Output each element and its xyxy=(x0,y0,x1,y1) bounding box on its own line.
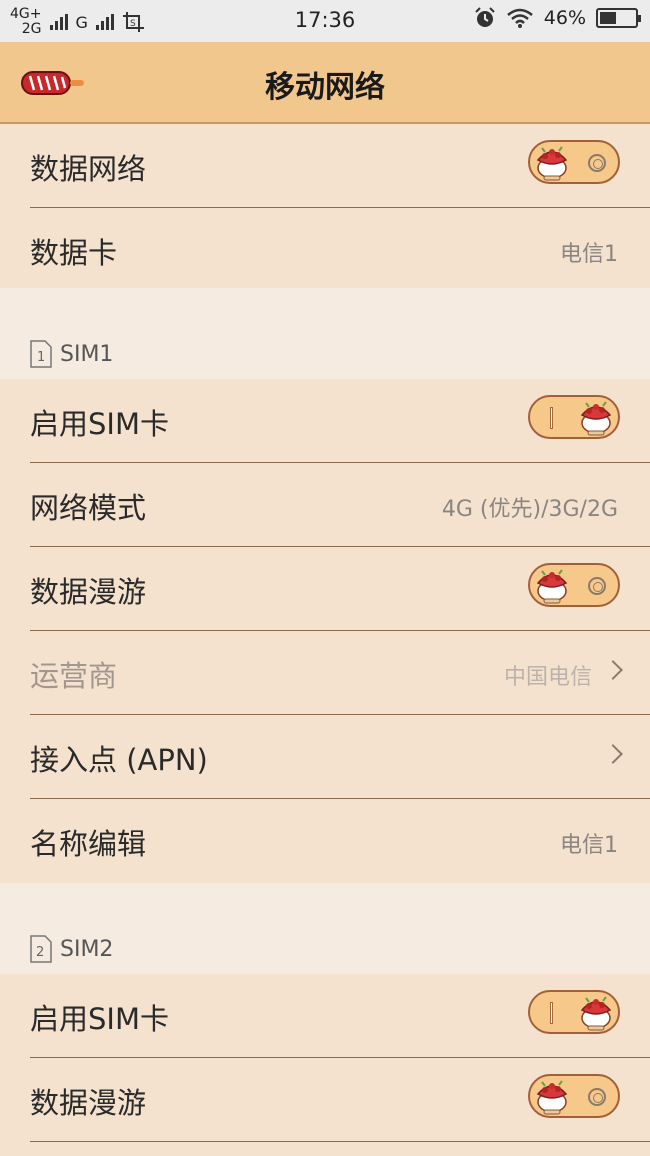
svg-text:1: 1 xyxy=(37,350,45,365)
enable-sim2-toggle[interactable] xyxy=(528,990,620,1034)
row-data-network[interactable]: 数据网络 xyxy=(30,124,650,208)
row-label: 数据漫游 xyxy=(30,1086,147,1120)
wifi-icon xyxy=(506,8,533,28)
toggle-on-mark xyxy=(550,407,553,429)
row-data-card[interactable]: 数据卡 电信1 xyxy=(30,208,650,288)
row-network-mode[interactable]: 网络模式 4G (优先)/3G/2G xyxy=(30,463,650,547)
status-bar: 4G+ 2G G S 17:36 46% xyxy=(0,0,650,42)
title-bar: 移动网络 xyxy=(0,42,650,124)
battery-icon xyxy=(596,8,641,28)
battery-fill xyxy=(600,12,616,24)
row-apn[interactable]: 接入点 (APN) xyxy=(30,715,650,799)
row-enable-sim2[interactable]: 启用SIM卡 xyxy=(30,974,650,1058)
row-label: 运营商 xyxy=(30,659,118,693)
row-label: 数据网络 xyxy=(30,152,147,186)
data-roaming-sim1-toggle[interactable] xyxy=(528,563,620,607)
battery-percent: 46% xyxy=(543,7,586,29)
data-roaming-sim2-toggle[interactable] xyxy=(528,1074,620,1118)
rice-bowl-knob-icon xyxy=(537,1080,567,1115)
row-data-roaming-sim1[interactable]: 数据漫游 xyxy=(30,547,650,631)
rice-bowl-knob-icon xyxy=(537,146,567,181)
row-label: 接入点 (APN) xyxy=(30,743,208,777)
svg-text:2: 2 xyxy=(36,945,44,960)
rice-bowl-knob-icon xyxy=(581,401,611,436)
rice-bowl-knob-icon xyxy=(537,569,567,604)
row-label: 网络模式 xyxy=(30,491,147,525)
sim2-group: 启用SIM卡 数据漫游 xyxy=(0,974,650,1156)
toggle-off-mark xyxy=(588,1088,606,1106)
sim1-group: 启用SIM卡 网络模式 4G (优先)/3G/2G 数据漫游 运营商 中国电信 … xyxy=(0,379,650,883)
sim2-header: 2 SIM2 xyxy=(30,935,113,963)
general-group: 数据网络 数据卡 电信1 xyxy=(0,124,650,288)
row-data-roaming-sim2[interactable]: 数据漫游 xyxy=(30,1058,650,1142)
row-label: 名称编辑 xyxy=(30,827,147,861)
enable-sim1-toggle[interactable] xyxy=(528,395,620,439)
toggle-off-mark xyxy=(588,577,606,595)
status-right: 46% xyxy=(474,7,641,29)
sim2-label: SIM2 xyxy=(60,936,114,962)
row-name-edit[interactable]: 名称编辑 电信1 xyxy=(30,799,650,883)
row-enable-sim1[interactable]: 启用SIM卡 xyxy=(30,379,650,463)
page-title: 移动网络 xyxy=(265,70,385,105)
row-label: 启用SIM卡 xyxy=(30,407,169,441)
sim-card-icon: 2 xyxy=(30,935,52,963)
row-value: 4G (优先)/3G/2G xyxy=(441,497,618,522)
row-label: 数据漫游 xyxy=(30,575,147,609)
row-label: 启用SIM卡 xyxy=(30,1002,169,1036)
chevron-right-icon xyxy=(603,744,623,764)
chevron-right-icon xyxy=(603,660,623,680)
sim1-header: 1 SIM1 xyxy=(30,340,113,368)
rice-bowl-knob-icon xyxy=(581,996,611,1031)
toggle-off-mark xyxy=(588,154,606,172)
sim1-label: SIM1 xyxy=(60,341,114,367)
alarm-icon xyxy=(475,7,495,27)
sim-card-icon: 1 xyxy=(30,340,52,368)
row-value: 中国电信 xyxy=(503,665,592,690)
row-value: 电信1 xyxy=(560,833,618,858)
toggle-on-mark xyxy=(550,1002,553,1024)
row-label: 数据卡 xyxy=(30,236,118,270)
data-network-toggle[interactable] xyxy=(528,140,620,184)
row-value: 电信1 xyxy=(560,242,618,267)
row-carrier: 运营商 中国电信 xyxy=(30,631,650,715)
